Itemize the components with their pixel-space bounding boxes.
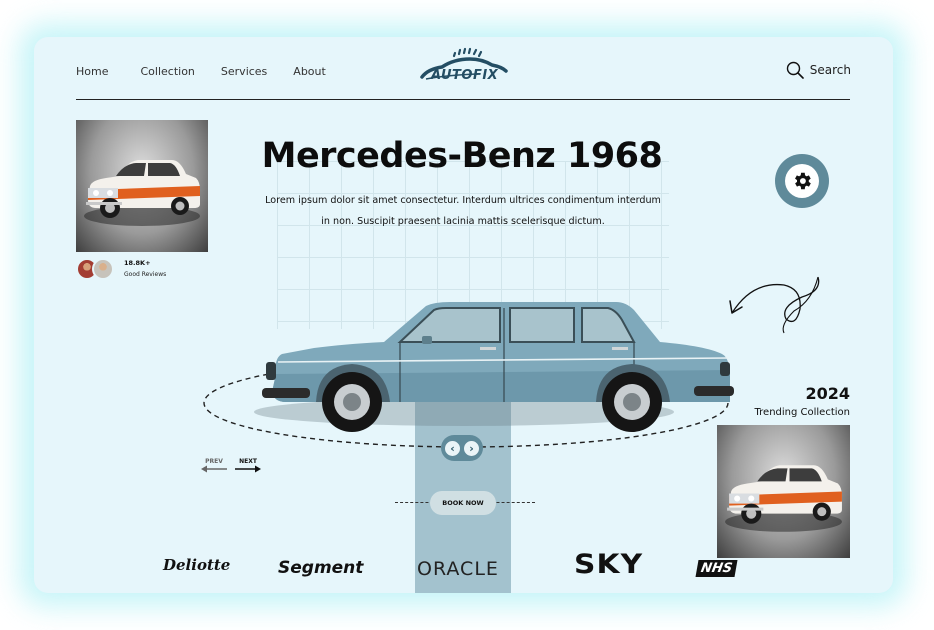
brand-sky: SKY bbox=[574, 549, 644, 580]
header-divider bbox=[76, 99, 850, 100]
brand-nhs: NHS bbox=[695, 560, 738, 577]
slide-arrows[interactable]: ‹ › bbox=[441, 435, 483, 461]
search-icon bbox=[786, 61, 804, 79]
brand-deliotte: Deliotte bbox=[163, 556, 231, 574]
prev-next-controls: PREV NEXT bbox=[200, 458, 262, 473]
prev-label: PREV bbox=[205, 458, 223, 465]
vintage-car-image bbox=[725, 465, 842, 532]
search-label: Search bbox=[809, 63, 851, 77]
prev-button[interactable]: PREV bbox=[200, 458, 228, 473]
arrow-right-icon bbox=[235, 465, 261, 473]
avatar bbox=[92, 258, 114, 280]
featured-car-photo[interactable] bbox=[76, 120, 208, 252]
chevron-left-icon[interactable]: ‹ bbox=[445, 440, 460, 456]
page-card: Home Collection Services About AUTOFIX S… bbox=[34, 37, 893, 593]
arrow-left-icon bbox=[201, 465, 227, 473]
settings-button[interactable] bbox=[775, 154, 829, 208]
curved-arrow-icon bbox=[729, 276, 820, 334]
trending-year: 2024 bbox=[805, 384, 850, 403]
reviews-label: Good Reviews bbox=[124, 271, 167, 278]
book-now-button[interactable]: BOOK NOW bbox=[430, 491, 496, 515]
nav-collection[interactable]: Collection bbox=[140, 65, 194, 78]
hero-description: Lorem ipsum dolor sit amet consectetur. … bbox=[265, 195, 661, 227]
main-nav: Home Collection Services About bbox=[76, 65, 352, 78]
logo-fix: FIX bbox=[472, 68, 499, 83]
reviews-count: 18.8K+ bbox=[124, 259, 151, 267]
search-button[interactable]: Search bbox=[786, 61, 851, 79]
trending-label: Trending Collection bbox=[754, 407, 850, 418]
trending-car-photo[interactable] bbox=[717, 425, 850, 558]
vintage-car-image bbox=[84, 160, 200, 226]
page-title: Mercedes-Benz 1968 bbox=[261, 136, 663, 176]
logo-auto: AUTO bbox=[431, 68, 473, 83]
hero-car-image[interactable] bbox=[194, 262, 734, 462]
next-label: NEXT bbox=[239, 458, 257, 465]
brand-oracle: ORACLE bbox=[417, 558, 499, 580]
chevron-right-icon[interactable]: › bbox=[464, 440, 479, 456]
reviews-badge: 18.8K+ Good Reviews bbox=[76, 257, 166, 281]
nav-about[interactable]: About bbox=[293, 65, 326, 78]
gear-icon bbox=[795, 172, 811, 190]
nav-home[interactable]: Home bbox=[76, 65, 108, 78]
next-button[interactable]: NEXT bbox=[234, 458, 262, 473]
brand-segment: Segment bbox=[278, 558, 364, 578]
logo-wordmark: AUTOFIX bbox=[431, 68, 498, 83]
nav-services[interactable]: Services bbox=[221, 65, 267, 78]
